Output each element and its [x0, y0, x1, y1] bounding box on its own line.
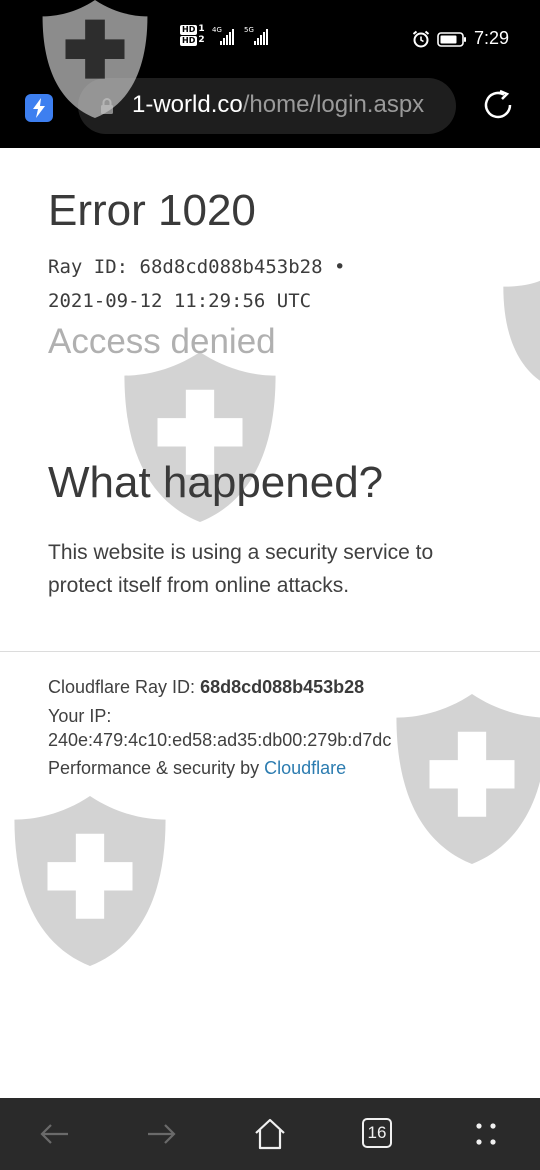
footer-ray-id: Cloudflare Ray ID: 68d8cd088b453b28: [48, 677, 364, 698]
address-bar[interactable]: 1-world.co/home/login.aspx: [78, 78, 456, 134]
url-text: 1-world.co/home/login.aspx: [132, 91, 424, 119]
sim1-number: 1: [198, 24, 205, 34]
url-path: /home/login.aspx: [242, 91, 425, 118]
bolt-icon: [33, 98, 45, 118]
error-subtitle: Access denied: [48, 322, 276, 361]
reload-icon[interactable]: [480, 87, 516, 123]
tabs-icon[interactable]: 16: [362, 1118, 392, 1148]
footer-performance: Performance & security by Cloudflare: [48, 758, 346, 779]
bottom-nav: 16: [0, 1098, 540, 1170]
back-icon: [40, 1124, 68, 1144]
signal-icon: [254, 29, 268, 45]
divider: [0, 651, 540, 652]
lock-icon: [101, 98, 113, 114]
alarm-icon: [412, 30, 430, 48]
watermark-shield-icon: [503, 280, 540, 381]
watermark-shield-icon: [14, 796, 166, 966]
error-title: Error 1020: [48, 186, 256, 235]
footer-performance-text: Performance & security by: [48, 758, 265, 778]
cloudflare-link[interactable]: Cloudflare: [264, 758, 346, 778]
sim2-hd-badge: HD: [180, 35, 198, 46]
home-button[interactable]: [252, 1116, 288, 1152]
section-heading: What happened?: [48, 458, 384, 507]
sim1-hd-badge: HD: [180, 24, 198, 35]
signal-icon: [220, 29, 234, 45]
watermark-shield-icon: [396, 694, 540, 864]
bolt-button[interactable]: [25, 94, 53, 122]
footer-ray-label: Cloudflare Ray ID:: [48, 677, 201, 697]
tab-count: 16: [367, 1123, 387, 1142]
network-type-2: 5G: [244, 26, 254, 34]
back-button[interactable]: [36, 1116, 72, 1152]
footer-ip-label: Your IP:: [48, 706, 112, 726]
sim2-number: 2: [198, 35, 205, 45]
footer-ray-value: 68d8cd088b453b28: [200, 677, 365, 697]
ray-id-line: Ray ID: 68d8cd088b453b28 •: [48, 256, 346, 278]
explanation-text: This website is using a security service…: [48, 541, 434, 597]
browser-toolbar: 1-world.co/home/login.aspx: [0, 72, 540, 148]
clock: 7:29: [474, 28, 510, 48]
home-icon: [255, 1118, 285, 1150]
sim-indicators: HD 1 HD 2: [180, 24, 205, 46]
timestamp: 2021-09-12 11:29:56 UTC: [48, 290, 312, 312]
more-icon: [476, 1123, 496, 1145]
forward-button[interactable]: [144, 1116, 180, 1152]
url-host: 1-world.co: [132, 91, 243, 118]
battery-icon: [437, 32, 466, 47]
forward-icon: [148, 1124, 176, 1144]
more-button[interactable]: [468, 1116, 504, 1152]
footer-ip-value: 240e:479:4c10:ed58:ad35:db00:279b:d7dc: [48, 730, 392, 750]
status-bar: HD 1 HD 2 4G 5G 7:29: [0, 0, 540, 72]
